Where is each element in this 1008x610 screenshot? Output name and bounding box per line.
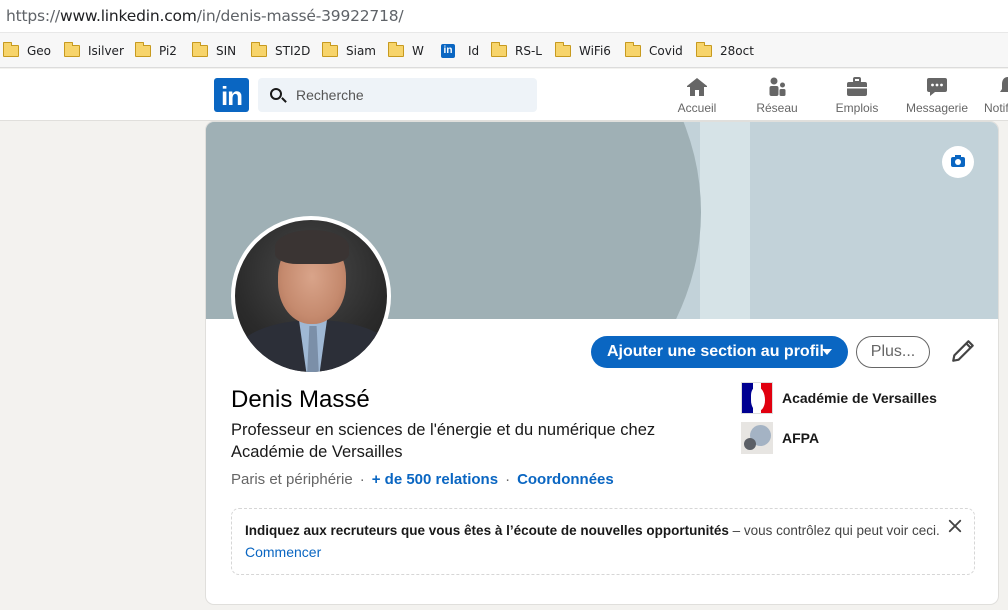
caret-down-icon (822, 349, 832, 355)
separator-dot: · (359, 471, 365, 488)
nav-messaging[interactable]: Messagerie (897, 69, 977, 121)
url-text[interactable]: https://www.linkedin.com/in/denis-massé-… (6, 7, 404, 25)
bookmark-label: Id (468, 44, 480, 58)
search-icon (270, 88, 282, 100)
nav-label: Accueil (677, 101, 717, 115)
messaging-icon (927, 78, 947, 96)
org-afpa[interactable]: AFPA (741, 422, 819, 454)
afpa-logo (741, 422, 773, 454)
linkedin-icon: in (441, 44, 455, 58)
bookmark-label: Siam (346, 44, 376, 58)
org-academie-versailles[interactable]: Académie de Versailles (741, 382, 937, 414)
folder-icon (322, 42, 338, 57)
bookmark-label: STI2D (275, 44, 311, 58)
edit-cover-button[interactable] (942, 146, 974, 178)
banner-rest-text: – vous contrôlez qui peut voir ceci. (728, 523, 940, 538)
more-button[interactable]: Plus... (856, 336, 930, 368)
bookmark-label: Isilver (88, 44, 124, 58)
marianne-logo (741, 382, 773, 414)
linkedin-logo[interactable]: in (214, 78, 249, 112)
folder-icon (135, 42, 151, 57)
bookmark-sin[interactable]: SIN (192, 42, 236, 60)
add-section-label: Ajouter une section au profil (607, 343, 824, 360)
folder-icon (491, 42, 507, 57)
relations-link[interactable]: + de 500 relations (372, 471, 498, 488)
profile-headline: Professeur en sciences de l'énergie et d… (231, 421, 656, 461)
profile-name: Denis Massé (231, 386, 370, 413)
edit-pencil-icon[interactable] (950, 338, 976, 364)
cover-band (700, 122, 750, 319)
nav-notifications[interactable]: Notifications (977, 69, 1008, 121)
open-to-work-banner: Indiquez aux recruteurs que vous êtes à … (231, 508, 975, 575)
bookmark-rs-l[interactable]: RS-L (491, 42, 542, 60)
bookmark-label: Geo (27, 44, 52, 58)
bookmark-isilver[interactable]: Isilver (64, 42, 124, 60)
network-icon (769, 77, 786, 96)
bell-icon (1000, 77, 1008, 92)
folder-icon (388, 42, 404, 57)
banner-text: Indiquez aux recruteurs que vous êtes à … (245, 523, 940, 538)
bookmarks-bar: Geo Isilver Pi2 SIN STI2D Siam W in Id RS… (0, 33, 1008, 68)
nav-label: Messagerie (905, 101, 969, 115)
bookmark-28oct[interactable]: 28oct (696, 42, 754, 60)
bookmark-id[interactable]: in Id (441, 42, 479, 60)
bookmark-geo[interactable]: Geo (3, 42, 51, 60)
browser-address-bar[interactable]: https://www.linkedin.com/in/denis-massé-… (0, 0, 1008, 33)
nav-label: Emplois (835, 101, 879, 115)
folder-icon (64, 42, 80, 57)
bookmark-siam[interactable]: Siam (322, 42, 376, 60)
search-input[interactable] (296, 78, 531, 112)
bookmark-label: SIN (216, 44, 237, 58)
camera-icon (951, 155, 965, 167)
search-box[interactable] (258, 78, 537, 112)
nav-network[interactable]: Réseau (737, 69, 817, 121)
org-name: AFPA (782, 430, 820, 446)
bookmark-label: RS-L (515, 44, 542, 58)
nav-home[interactable]: Accueil (657, 69, 737, 121)
bookmark-pi2[interactable]: Pi2 (135, 42, 177, 60)
profile-meta: Paris et périphérie · + de 500 relations · C… (231, 471, 614, 488)
folder-icon (696, 42, 712, 57)
home-icon (687, 78, 707, 96)
add-profile-section-button[interactable]: Ajouter une section au profil (591, 336, 848, 368)
bookmark-label: W (412, 44, 424, 58)
contact-info-link[interactable]: Coordonnées (517, 471, 614, 488)
folder-icon (251, 42, 267, 57)
url-path: /in/denis-massé-39922718/ (196, 7, 404, 25)
url-scheme: https:// (6, 7, 60, 25)
bookmark-w[interactable]: W (388, 42, 424, 60)
separator-dot: · (505, 471, 511, 488)
folder-icon (192, 42, 208, 57)
folder-icon (3, 42, 19, 57)
bookmark-label: Pi2 (159, 44, 177, 58)
linkedin-header: in Accueil Réseau Emplois Messagerie Not… (0, 69, 1008, 121)
bookmark-sti2d[interactable]: STI2D (251, 42, 310, 60)
close-icon[interactable] (946, 517, 964, 535)
nav-label: Réseau (756, 101, 798, 115)
bookmark-label: WiFi6 (579, 44, 611, 58)
bookmark-label: Covid (649, 44, 683, 58)
avatar-hair (275, 230, 349, 264)
url-host: www.linkedin.com (59, 7, 197, 25)
nav-label: Notifications (984, 101, 1008, 115)
bookmark-covid[interactable]: Covid (625, 42, 683, 60)
bookmark-wifi6[interactable]: WiFi6 (555, 42, 611, 60)
org-name: Académie de Versailles (782, 390, 937, 406)
banner-bold-text: Indiquez aux recruteurs que vous êtes à … (245, 523, 729, 538)
folder-icon (625, 42, 641, 57)
folder-icon (555, 42, 571, 57)
start-link[interactable]: Commencer (245, 544, 321, 560)
profile-location: Paris et périphérie (231, 471, 353, 488)
nav-jobs[interactable]: Emplois (817, 69, 897, 121)
profile-photo[interactable] (231, 216, 391, 376)
profile-card: Ajouter une section au profil Plus... De… (206, 122, 998, 604)
briefcase-icon (847, 77, 867, 96)
bookmark-label: 28oct (720, 44, 754, 58)
